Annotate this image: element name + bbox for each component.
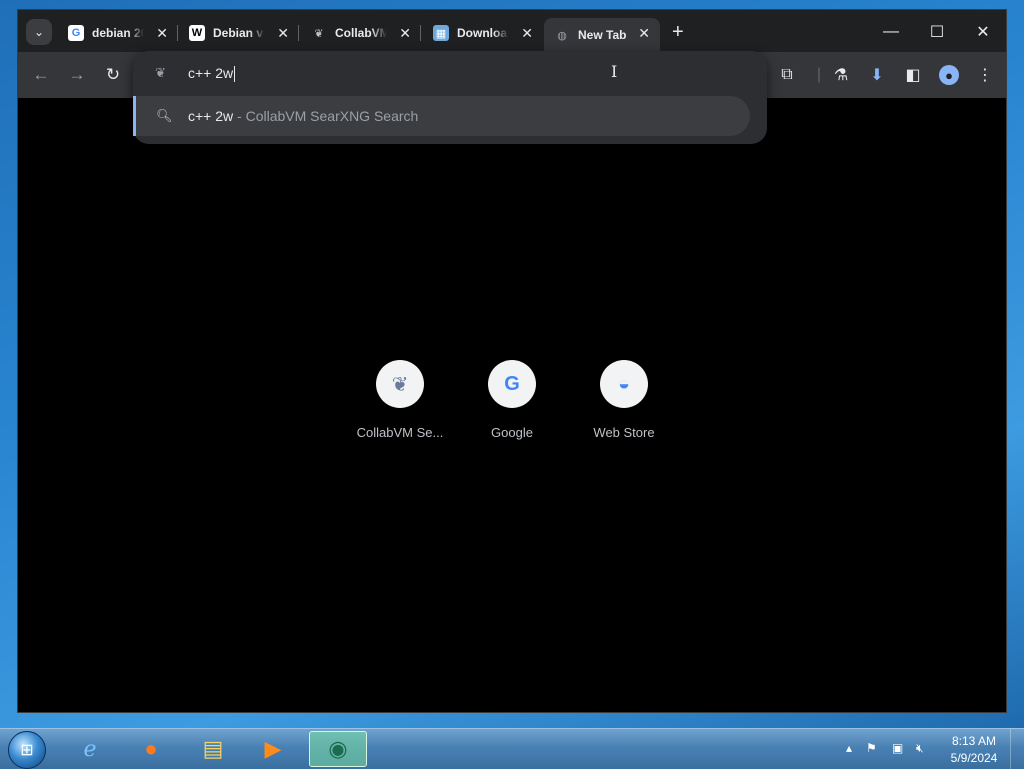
- tab-title: debian 20: [92, 26, 144, 40]
- shortcut-tile[interactable]: ❦ CollabVM Se...: [350, 360, 450, 440]
- omnibox-suggestion[interactable]: 🔍︎ c++ 2w - CollabVM SearXNG Search: [133, 96, 750, 136]
- internet-explorer-icon: ℯ: [83, 736, 97, 761]
- shortcut-tile[interactable]: ◒ Web Store: [574, 360, 674, 440]
- reload-button[interactable]: ↻: [102, 64, 124, 86]
- wikipedia-icon: W: [189, 25, 205, 41]
- toolbar-divider: |: [816, 66, 822, 83]
- clock-time: 8:13 AM: [951, 734, 997, 748]
- tab-search-button[interactable]: ⌄: [26, 19, 52, 45]
- action-center-flag-icon[interactable]: ⚑: [866, 741, 877, 755]
- collabvm-icon: ❦: [155, 65, 166, 80]
- address-input[interactable]: c++ 2w: [188, 65, 236, 83]
- shortcut-label: CollabVM Se...: [356, 425, 444, 440]
- web-store-icon: ◒: [600, 360, 648, 408]
- arrow-left-icon: ←: [32, 65, 50, 84]
- text-cursor: [234, 66, 236, 83]
- chevron-down-icon: ⌄: [33, 25, 45, 39]
- menu-button[interactable]: ⋮: [974, 64, 996, 86]
- windows-logo-icon: ⊞: [20, 742, 34, 759]
- tab-title: Downloa: [457, 26, 507, 40]
- mouse-ibeam-cursor: I: [611, 62, 618, 81]
- extensions-button[interactable]: ⧉: [776, 64, 798, 86]
- search-icon: 🔍︎: [156, 108, 173, 123]
- address-input-value: c++ 2w: [188, 65, 234, 81]
- suggestion-description: - CollabVM SearXNG Search: [233, 108, 419, 124]
- close-window-button[interactable]: ✕: [960, 18, 1006, 46]
- forward-button[interactable]: →: [66, 64, 88, 86]
- suggestion-query: c++ 2w: [188, 108, 234, 124]
- taskbar-media-player[interactable]: ▶: [246, 731, 300, 767]
- tab-separator: [298, 25, 299, 41]
- tab-strip: ⌄ G debian 20 ✕ W Debian v ✕ ❦ CollabVM …: [18, 10, 1006, 52]
- flask-icon: ⚗: [833, 67, 849, 84]
- volume-muted-icon[interactable]: 🔇︎: [916, 741, 924, 756]
- kebab-menu-icon: ⋮: [977, 67, 993, 84]
- shortcut-label: Google: [491, 425, 533, 440]
- taskbar-internet-explorer[interactable]: ℯ: [63, 731, 117, 767]
- tab-title: New Tab: [578, 28, 627, 42]
- tab-title: CollabVM: [335, 26, 387, 40]
- taskbar: ⊞ ℯ ● ▤ ▶ ◉ ▴ ⚑ ▣ 🔇︎ 8:13 AM 5/9/2024: [0, 728, 1024, 769]
- tab-collabvm[interactable]: ❦ CollabVM ✕: [301, 18, 421, 48]
- media-player-icon: ▶: [264, 736, 282, 761]
- shortcut-label: Web Store: [593, 425, 655, 440]
- collabvm-app-icon: ◉: [328, 736, 348, 761]
- collabvm-icon: ❦: [376, 360, 424, 408]
- minimize-icon: —: [883, 23, 899, 40]
- profile-button[interactable]: ●: [938, 64, 960, 86]
- arrow-right-icon: →: [68, 65, 86, 84]
- tab-downloads[interactable]: ▦ Downloa ✕: [423, 18, 543, 48]
- globe-icon: ◍: [557, 29, 567, 42]
- tab-title: Debian v: [213, 26, 264, 40]
- back-button[interactable]: ←: [30, 64, 52, 86]
- suggestion-text: c++ 2w - CollabVM SearXNG Search: [188, 108, 418, 124]
- tab-new-tab[interactable]: ◍ New Tab ✕: [544, 18, 660, 52]
- google-icon: G: [68, 25, 84, 41]
- tab-separator: [177, 25, 178, 41]
- tab-separator: [420, 25, 421, 41]
- firefox-icon: ●: [144, 736, 158, 761]
- clock-date: 5/9/2024: [950, 751, 998, 765]
- close-icon[interactable]: ✕: [156, 25, 168, 42]
- labs-button[interactable]: ⚗: [830, 64, 852, 86]
- maximize-button[interactable]: ☐: [914, 18, 960, 46]
- downloads-button[interactable]: ⬇: [866, 64, 888, 86]
- omnibox-popup: ❦ c++ 2w 🔍︎ c++ 2w - CollabVM SearXNG Se…: [133, 51, 767, 144]
- reload-icon: ↻: [105, 65, 121, 84]
- close-icon[interactable]: ✕: [399, 25, 411, 42]
- new-tab-button[interactable]: +: [672, 21, 684, 44]
- close-icon[interactable]: ✕: [638, 25, 650, 42]
- show-desktop-button[interactable]: [1010, 729, 1024, 769]
- taskbar-firefox[interactable]: ●: [124, 731, 178, 767]
- shortcut-tile[interactable]: G Google: [462, 360, 562, 440]
- minimize-button[interactable]: —: [868, 18, 914, 46]
- tab-debian-wiki[interactable]: W Debian v ✕: [179, 18, 299, 48]
- taskbar-file-explorer[interactable]: ▤: [186, 731, 240, 767]
- taskbar-collabvm-app[interactable]: ◉: [309, 731, 367, 767]
- close-icon[interactable]: ✕: [521, 25, 533, 42]
- network-icon[interactable]: ▣: [892, 741, 903, 755]
- avatar-icon: ●: [939, 65, 959, 85]
- folder-icon: ▤: [202, 736, 224, 761]
- show-hidden-icons-icon[interactable]: ▴: [846, 741, 852, 755]
- side-panel-button[interactable]: ◧: [902, 64, 924, 86]
- collabvm-icon: ❦: [314, 27, 324, 40]
- address-bar[interactable]: ❦ c++ 2w: [133, 51, 767, 95]
- download-page-icon: ▦: [433, 25, 449, 41]
- start-button[interactable]: ⊞: [8, 731, 46, 769]
- puzzle-icon: ⧉: [781, 66, 793, 83]
- system-clock[interactable]: 8:13 AM 5/9/2024: [944, 733, 1004, 767]
- close-icon[interactable]: ✕: [277, 25, 289, 42]
- close-icon: ✕: [976, 24, 990, 41]
- download-icon: ⬇: [870, 67, 884, 84]
- side-panel-icon: ◧: [905, 67, 921, 84]
- maximize-icon: ☐: [929, 24, 945, 41]
- google-icon: G: [488, 360, 536, 408]
- tab-debian-google[interactable]: G debian 20 ✕: [58, 18, 178, 48]
